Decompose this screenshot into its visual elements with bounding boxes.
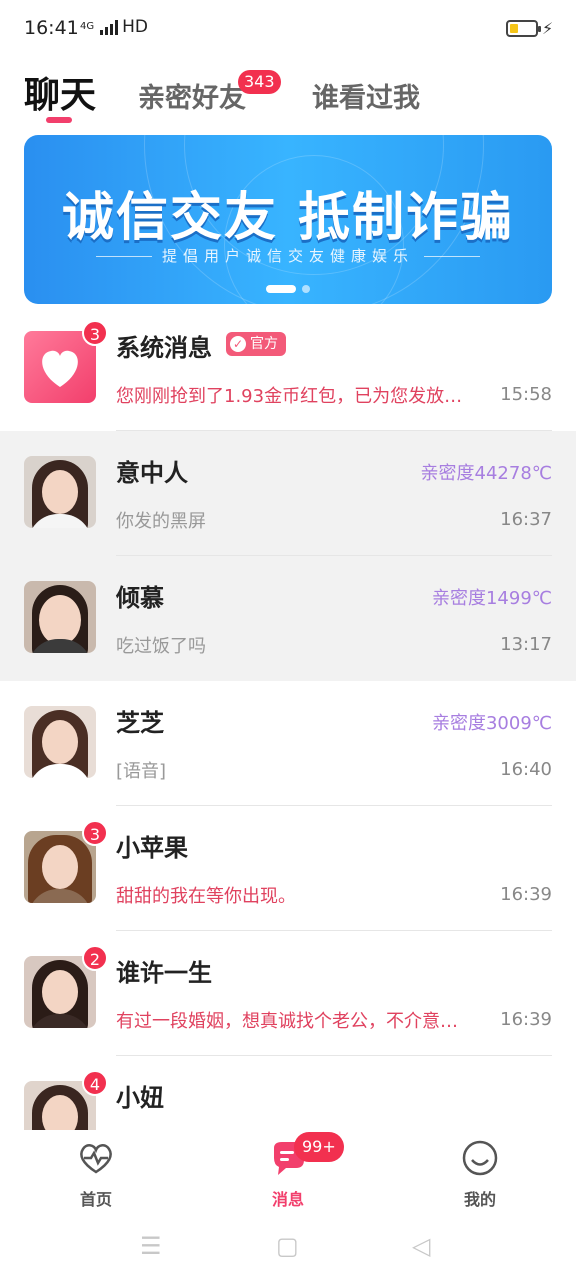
intimacy-level: 亲密度44278℃	[420, 463, 552, 484]
unread-badge: 2	[82, 945, 108, 971]
avatar-face	[42, 845, 78, 889]
chat-item-system[interactable]: 3 系统消息 ✓ 官方 您刚刚抢到了1.93金币红包，已为您发放… 15:58	[0, 306, 576, 431]
contact-name: 芝芝	[116, 709, 164, 737]
avatar-face	[42, 720, 78, 764]
top-tabs: 聊天 亲密好友 谁看过我	[0, 60, 576, 126]
message-preview: 您刚刚抢到了1.93金币红包，已为您发放…	[116, 386, 463, 407]
intimacy-level: 亲密度1499℃	[431, 588, 552, 609]
message-preview: [语音]	[116, 761, 167, 782]
carousel-indicator	[24, 285, 552, 293]
message-time: 16:39	[500, 1009, 552, 1030]
avatar	[24, 581, 96, 653]
banner-subtitle: 提倡用户诚信交友健康娱乐	[24, 245, 552, 266]
contact-name: 谁许一生	[116, 959, 212, 987]
tab-close-friends-label: 亲密好友	[138, 83, 246, 114]
promo-banner[interactable]: 诚信交友 抵制诈骗 提倡用户诚信交友健康娱乐	[24, 135, 552, 304]
chat-item[interactable]: 意中人 亲密度44278℃ 你发的黑屏 16:37	[0, 431, 576, 556]
tab-visitors[interactable]: 谁看过我	[312, 76, 420, 115]
carousel-dot	[302, 285, 310, 293]
avatar-face	[42, 970, 78, 1014]
banner-title: 诚信交友 抵制诈骗	[61, 188, 515, 248]
avatar-face	[42, 470, 78, 514]
tab-chat-label: 聊天	[24, 75, 97, 116]
hd-indicator: HD	[122, 17, 148, 37]
nav-home[interactable]: 首页	[46, 1138, 146, 1210]
back-triangle-icon[interactable]: ◁	[412, 1232, 430, 1260]
carousel-dot-active	[266, 285, 296, 293]
official-tag-label: 官方	[250, 336, 278, 352]
check-icon: ✓	[230, 336, 246, 352]
message-preview: 吃过饭了吗	[116, 636, 206, 657]
avatar-face	[39, 595, 81, 645]
message-time: 13:17	[500, 634, 552, 655]
message-preview: 有过一段婚姻，想真诚找个老公，不介意…	[116, 1011, 458, 1032]
chat-item[interactable]: 2 谁许一生 有过一段婚姻，想真诚找个老公，不介意… 16:39	[0, 931, 576, 1056]
chat-item[interactable]: 3 小苹果 甜甜的我在等你出现。 16:39	[0, 806, 576, 931]
system-nav-bar: ☰ ▢ ◁	[0, 1216, 576, 1280]
heartbeat-icon	[80, 1144, 112, 1174]
intimacy-level: 亲密度3009℃	[431, 713, 552, 734]
nav-messages-label: 消息	[271, 1190, 304, 1209]
tab-visitors-label: 谁看过我	[312, 83, 420, 114]
message-time: 16:37	[500, 509, 552, 530]
signal-icon	[100, 19, 119, 35]
bottom-nav: 首页 消息 我的	[0, 1130, 576, 1216]
nav-profile-label: 我的	[463, 1190, 496, 1209]
message-preview: 甜甜的我在等你出现。	[116, 886, 296, 907]
banner-subtitle-text: 提倡用户诚信交友健康娱乐	[161, 247, 414, 265]
avatar	[24, 706, 96, 778]
network-type: 4G	[80, 21, 95, 32]
contact-name: 系统消息	[116, 334, 212, 362]
message-time: 15:58	[500, 384, 552, 405]
contact-name: 意中人	[116, 459, 188, 487]
chat-item[interactable]: 4 小妞	[0, 1056, 576, 1131]
network-indicator: 4G HD	[80, 17, 148, 37]
message-time: 16:40	[500, 759, 552, 780]
active-tab-indicator	[46, 117, 72, 123]
battery-icon	[506, 20, 541, 37]
avatar-face	[42, 1095, 78, 1131]
tab-chat[interactable]: 聊天	[24, 66, 97, 123]
messages-badge: 99+	[294, 1132, 344, 1162]
menu-icon[interactable]: ☰	[140, 1232, 162, 1260]
contact-name: 倾慕	[116, 584, 164, 612]
home-square-icon[interactable]: ▢	[276, 1232, 299, 1260]
close-friends-badge: 343	[238, 70, 281, 94]
unread-badge: 3	[82, 320, 108, 346]
status-bar: 16:41 4G HD ⚡	[0, 0, 576, 60]
contact-name: 小妞	[116, 1084, 164, 1112]
message-time: 16:39	[500, 884, 552, 905]
message-preview: 你发的黑屏	[116, 511, 206, 532]
unread-badge: 3	[82, 820, 108, 846]
chat-item[interactable]: 芝芝 亲密度3009℃ [语音] 16:40	[0, 681, 576, 806]
unread-badge: 4	[82, 1070, 108, 1096]
chat-item[interactable]: 倾慕 亲密度1499℃ 吃过饭了吗 13:17	[0, 556, 576, 681]
nav-home-label: 首页	[79, 1190, 112, 1209]
smile-face-icon	[462, 1140, 498, 1176]
charging-icon: ⚡	[542, 19, 554, 38]
official-tag: ✓ 官方	[226, 332, 286, 356]
tab-close-friends[interactable]: 亲密好友	[138, 76, 246, 115]
nav-profile[interactable]: 我的	[430, 1138, 530, 1210]
clock: 16:41	[24, 17, 79, 39]
contact-name: 小苹果	[116, 834, 188, 862]
avatar	[24, 456, 96, 528]
